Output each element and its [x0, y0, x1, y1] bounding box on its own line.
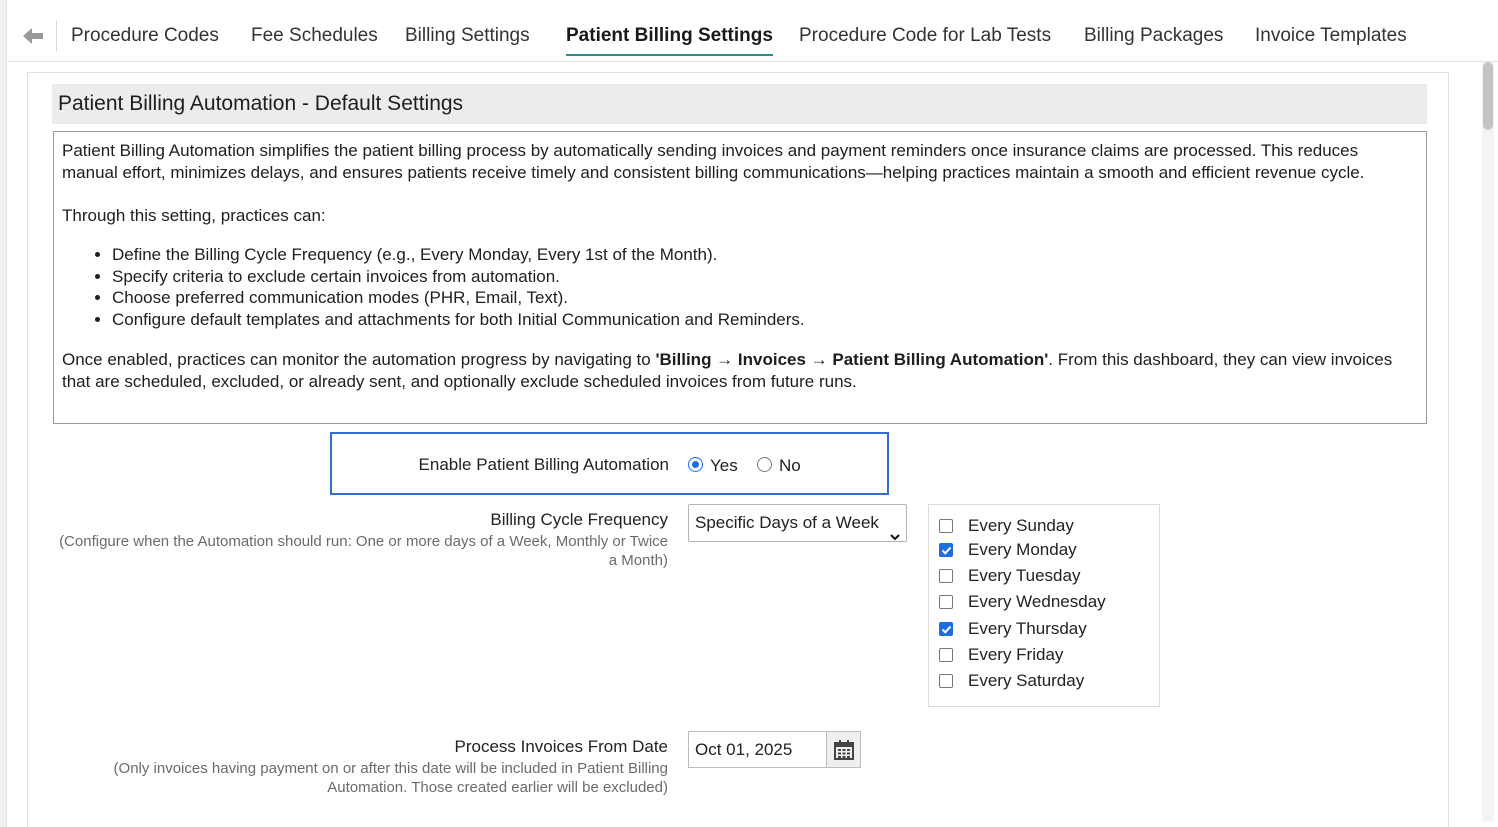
divider	[56, 20, 57, 52]
list-item: Specify criteria to exclude certain invo…	[112, 266, 1418, 288]
process-from-date-hint: (Only invoices having payment on or afte…	[113, 760, 668, 796]
checkmark-icon	[941, 546, 952, 555]
billing-cycle-label: Billing Cycle Frequency	[490, 510, 668, 529]
outro-text-start: Once enabled, practices can monitor the …	[62, 349, 656, 369]
navigation-path: 'Billing → Invoices → Patient Billing Au…	[655, 349, 1049, 369]
checkbox-checked[interactable]	[939, 622, 953, 636]
list-item: Choose preferred communication modes (PH…	[112, 287, 1418, 309]
checkbox[interactable]	[939, 648, 953, 662]
tab-procedure-code-lab-tests[interactable]: Procedure Code for Lab Tests	[799, 24, 1051, 48]
enable-yes-radio[interactable]	[688, 457, 703, 472]
billing-cycle-hint: (Configure when the Automation should ru…	[59, 533, 668, 569]
back-arrow-icon[interactable]	[21, 24, 45, 48]
day-label: Every Monday	[968, 540, 1077, 559]
feature-list: Define the Billing Cycle Frequency (e.g.…	[112, 244, 1418, 331]
tab-fee-schedules[interactable]: Fee Schedules	[251, 24, 378, 48]
day-label: Every Thursday	[968, 619, 1087, 638]
checkmark-icon	[941, 625, 952, 634]
scrollbar-thumb[interactable]	[1483, 62, 1493, 130]
description-intro: Patient Billing Automation simplifies th…	[62, 141, 1365, 182]
checkbox[interactable]	[939, 569, 953, 583]
day-label: Every Saturday	[968, 671, 1085, 690]
weekday-checkbox-group: Every Sunday Every Monday Every Tuesday …	[928, 504, 1160, 707]
tab-patient-billing-settings[interactable]: Patient Billing Settings	[566, 24, 773, 56]
calendar-button[interactable]	[826, 731, 861, 768]
vertical-scrollbar[interactable]	[1482, 62, 1494, 822]
chevron-down-icon	[890, 519, 900, 541]
list-item: Define the Billing Cycle Frequency (e.g.…	[112, 244, 1418, 266]
section-title: Patient Billing Automation - Default Set…	[52, 84, 1427, 124]
description-box: Patient Billing Automation simplifies th…	[53, 131, 1427, 424]
day-label: Every Tuesday	[968, 566, 1081, 585]
process-from-date-input[interactable]: Oct 01, 2025	[688, 731, 827, 768]
list-item: Configure default templates and attachme…	[112, 309, 1418, 331]
checkbox-checked[interactable]	[939, 543, 953, 557]
billing-cycle-select[interactable]: Specific Days of a Week	[688, 504, 907, 542]
tab-invoice-templates[interactable]: Invoice Templates	[1255, 24, 1407, 48]
tab-billing-packages[interactable]: Billing Packages	[1084, 24, 1223, 48]
checkbox[interactable]	[939, 595, 953, 609]
process-from-date-label: Process Invoices From Date	[454, 737, 668, 756]
tab-billing-settings[interactable]: Billing Settings	[405, 24, 530, 48]
tab-bar: Procedure Codes Fee Schedules Billing Se…	[7, 0, 1498, 62]
billing-cycle-selected-value: Specific Days of a Week	[695, 513, 879, 532]
checkbox[interactable]	[939, 519, 953, 533]
description-outro: Once enabled, practices can monitor the …	[62, 349, 1418, 393]
app-window: Procedure Codes Fee Schedules Billing Se…	[6, 0, 1498, 827]
settings-panel: Patient Billing Automation - Default Set…	[27, 72, 1449, 827]
enable-yes-label[interactable]: Yes	[710, 456, 738, 476]
enable-automation-label: Enable Patient Billing Automation	[418, 455, 669, 474]
day-label: Every Wednesday	[968, 592, 1106, 611]
day-label: Every Friday	[968, 645, 1064, 664]
checkbox[interactable]	[939, 674, 953, 688]
enable-no-radio[interactable]	[757, 457, 772, 472]
enable-automation-group: Enable Patient Billing Automation Yes No	[330, 432, 889, 495]
day-label: Every Sunday	[968, 516, 1074, 535]
enable-no-label[interactable]: No	[779, 456, 801, 476]
description-lead: Through this setting, practices can:	[62, 206, 326, 225]
tab-procedure-codes[interactable]: Procedure Codes	[71, 24, 219, 48]
calendar-icon	[834, 740, 854, 760]
